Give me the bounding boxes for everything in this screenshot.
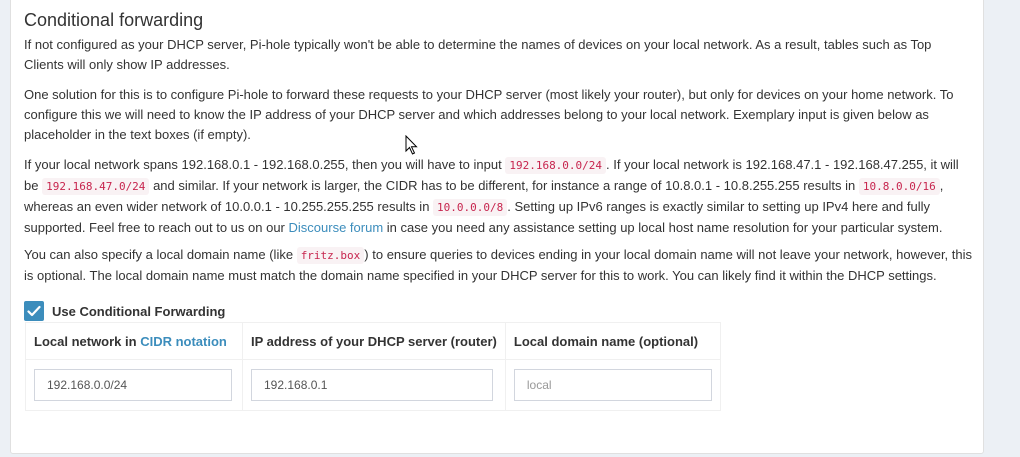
header-dhcp-ip: IP address of your DHCP server (router) <box>242 322 506 360</box>
code-snippet: 10.0.0.0/8 <box>433 199 508 216</box>
check-icon <box>27 305 41 317</box>
cidr-notation-link[interactable]: CIDR notation <box>140 334 227 349</box>
checkbox[interactable] <box>24 301 44 321</box>
section-title: Conditional forwarding <box>24 10 204 30</box>
header-domain-name: Local domain name (optional) <box>504 322 721 360</box>
checkbox-label: Use Conditional Forwarding <box>52 303 226 319</box>
discourse-forum-link[interactable]: Discourse forum <box>289 220 384 235</box>
table-header-row: Local network in CIDR notation IP addres… <box>25 322 721 360</box>
solution-paragraph: One solution for this is to configure Pi… <box>24 87 954 142</box>
mouse-pointer-icon <box>405 135 418 155</box>
cidr-paragraph: If your local network spans 192.168.0.1 … <box>24 157 959 235</box>
code-snippet: fritz.box <box>296 247 365 264</box>
conditional-forwarding-table: Local network in CIDR notation IP addres… <box>25 322 721 411</box>
header-local-network: Local network in CIDR notation <box>25 322 243 360</box>
local-network-input[interactable]: 192.168.0.0/24 <box>34 369 232 401</box>
code-snippet: 192.168.47.0/24 <box>42 178 150 195</box>
domain-paragraph: You can also specify a local domain name… <box>24 247 973 283</box>
conditional-forwarding-toggle[interactable]: Use Conditional Forwarding <box>24 300 225 322</box>
code-snippet: 10.8.0.0/16 <box>858 178 940 195</box>
table-row: 192.168.0.0/24 192.168.0.1 local <box>25 359 721 411</box>
scrollbar[interactable] <box>1000 0 1020 457</box>
intro-paragraph: If not configured as your DHCP server, P… <box>24 37 932 72</box>
dhcp-server-ip-input[interactable]: 192.168.0.1 <box>251 369 493 401</box>
code-snippet: 192.168.0.0/24 <box>505 157 607 174</box>
local-domain-input[interactable]: local <box>513 369 712 401</box>
